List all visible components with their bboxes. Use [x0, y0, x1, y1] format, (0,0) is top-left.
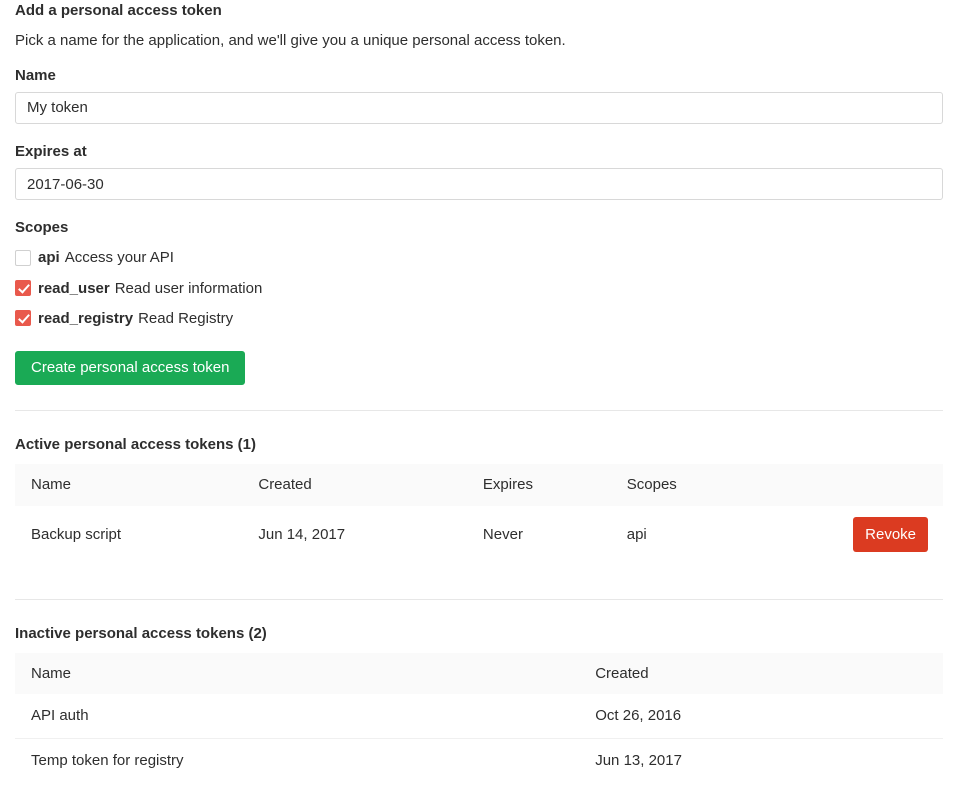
scope-row-read-user: read_user Read user information [15, 280, 943, 297]
token-name-cell: API auth [15, 694, 579, 738]
personal-access-tokens-page: Add a personal access token Pick a name … [0, 0, 959, 782]
expires-at-label: Expires at [15, 143, 943, 160]
scopes-label: Scopes [15, 219, 943, 236]
scope-api-checkbox[interactable] [15, 250, 31, 266]
scope-read-user-checkbox[interactable] [15, 280, 31, 296]
inactive-tokens-table: Name Created API auth Oct 26, 2016 Temp … [15, 653, 943, 782]
column-header-name: Name [15, 464, 242, 505]
column-header-expires: Expires [467, 464, 611, 505]
table-row: API auth Oct 26, 2016 [15, 694, 943, 738]
name-label: Name [15, 67, 943, 84]
scope-row-api: api Access your API [15, 249, 943, 266]
token-created-cell: Jun 13, 2017 [579, 738, 943, 782]
token-created-cell: Oct 26, 2016 [579, 694, 943, 738]
scope-description: Read user information [115, 280, 263, 297]
form-title: Add a personal access token [15, 2, 943, 19]
create-token-button[interactable]: Create personal access token [15, 351, 245, 385]
form-description: Pick a name for the application, and we'… [15, 32, 943, 49]
token-scopes-cell: api [611, 506, 771, 563]
token-name-cell: Temp token for registry [15, 738, 579, 782]
column-header-actions [770, 464, 943, 505]
column-header-name: Name [15, 653, 579, 694]
active-tokens-table: Name Created Expires Scopes Backup scrip… [15, 464, 943, 563]
scope-name: read_user [38, 280, 110, 297]
add-token-form: Add a personal access token Pick a name … [15, 2, 943, 410]
token-name-input[interactable] [15, 92, 943, 124]
active-tokens-header-row: Name Created Expires Scopes [15, 464, 943, 505]
table-row: Backup script Jun 14, 2017 Never api Rev… [15, 506, 943, 563]
column-header-created: Created [242, 464, 467, 505]
revoke-button[interactable]: Revoke [853, 517, 928, 552]
column-header-created: Created [579, 653, 943, 694]
active-tokens-title: Active personal access tokens (1) [15, 436, 943, 453]
scope-description: Read Registry [138, 310, 233, 327]
scope-read-registry-checkbox[interactable] [15, 310, 31, 326]
expires-at-input[interactable] [15, 168, 943, 200]
inactive-tokens-header-row: Name Created [15, 653, 943, 694]
token-created-cell: Jun 14, 2017 [242, 506, 467, 563]
section-divider [15, 410, 943, 411]
table-row: Temp token for registry Jun 13, 2017 [15, 738, 943, 782]
scope-name: read_registry [38, 310, 133, 327]
section-divider [15, 599, 943, 600]
inactive-tokens-title: Inactive personal access tokens (2) [15, 625, 943, 642]
scope-name: api [38, 249, 60, 266]
column-header-scopes: Scopes [611, 464, 771, 505]
token-action-cell: Revoke [770, 506, 943, 563]
token-expires-cell: Never [467, 506, 611, 563]
scope-description: Access your API [65, 249, 174, 266]
scope-row-read-registry: read_registry Read Registry [15, 310, 943, 327]
token-name-cell: Backup script [15, 506, 242, 563]
